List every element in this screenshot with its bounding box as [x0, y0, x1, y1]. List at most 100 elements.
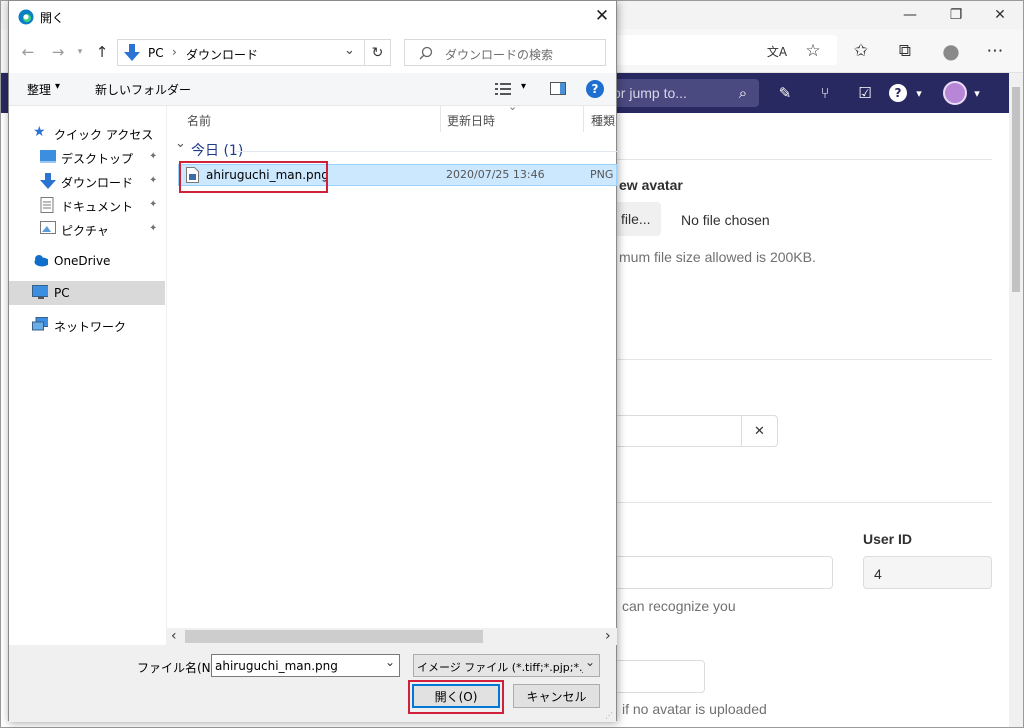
favorites-list-icon[interactable]: ✩ [847, 37, 875, 65]
breadcrumb-separator: › [172, 45, 177, 59]
navigation-pane: ★ クイック アクセス デスクトップ ✦ ダウンロード ✦ ドキュメント ✦ ピ… [9, 106, 165, 646]
full-name-input[interactable] [601, 556, 833, 589]
nav-documents[interactable]: ドキュメント ✦ [9, 193, 165, 217]
help-icon[interactable]: ? [586, 80, 604, 98]
page-scrollbar[interactable] [1009, 73, 1023, 727]
group-header-today[interactable]: 今日 (1) [191, 140, 243, 160]
search-icon [419, 46, 433, 60]
nav-network[interactable]: ネットワーク [9, 313, 165, 337]
help-icon[interactable]: ? [889, 84, 907, 102]
clear-status-icon[interactable]: ✕ [741, 415, 778, 447]
minimize-button[interactable]: — [887, 1, 933, 29]
resize-grip-icon[interactable]: ⋰ [605, 711, 614, 720]
column-date-header[interactable]: 更新日時 [447, 112, 495, 129]
scrollbar-thumb[interactable] [185, 630, 483, 643]
sort-caret-icon: ⌄ [508, 100, 518, 113]
name-hint: can recognize you [622, 598, 736, 614]
dialog-titlebar: 開く ✕ [9, 1, 616, 33]
nav-quick-access[interactable]: ★ クイック アクセス [9, 121, 165, 145]
file-date: 2020/07/25 13:46 [446, 168, 545, 181]
choose-file-label: file... [621, 211, 651, 227]
nav-pictures[interactable]: ピクチャ ✦ [9, 217, 165, 241]
nav-documents-label: ドキュメント [61, 200, 134, 214]
cancel-button[interactable]: キャンセル [513, 684, 600, 708]
merge-request-icon[interactable]: ⑂ [813, 81, 837, 105]
status-input[interactable] [601, 415, 742, 447]
dialog-close-button[interactable]: ✕ [589, 3, 615, 29]
avatar-caret-icon[interactable]: ▾ [965, 81, 989, 105]
dialog-search-input[interactable]: ダウンロードの検索 [404, 39, 606, 66]
organize-button[interactable]: 整理 [27, 81, 51, 98]
filetype-dropdown-icon[interactable]: ⌄ [585, 655, 595, 669]
filename-dropdown-icon[interactable]: ⌄ [385, 655, 395, 669]
scroll-right-icon[interactable]: › [605, 628, 611, 644]
nav-onedrive[interactable]: OneDrive [9, 249, 165, 273]
nav-network-label: ネットワーク [54, 320, 127, 334]
organize-caret-icon[interactable]: ▾ [55, 81, 60, 92]
favorite-star-icon[interactable]: ☆ [799, 37, 827, 65]
filename-input[interactable]: ahiruguchi_man.png ⌄ [211, 654, 400, 677]
column-type-header[interactable]: 種類 [591, 112, 615, 129]
nav-downloads-label: ダウンロード [61, 176, 134, 190]
nav-pc[interactable]: PC [9, 281, 165, 305]
column-separator[interactable] [583, 106, 584, 132]
nav-desktop[interactable]: デスクトップ ✦ [9, 145, 165, 169]
divider [617, 359, 992, 360]
scrollbar-thumb[interactable] [1012, 87, 1020, 292]
user-avatar[interactable] [943, 81, 967, 105]
column-separator[interactable] [440, 106, 441, 132]
group-divider [234, 151, 617, 152]
file-open-dialog: 開く ✕ ← → ▾ ↑ PC › ダウンロード ⌄ ↻ ダウンロードの検索 整… [8, 0, 617, 722]
restore-button[interactable]: ❐ [933, 1, 979, 29]
collections-icon[interactable]: ⧉ [891, 37, 919, 65]
pin-icon[interactable]: ✦ [149, 151, 157, 162]
open-button[interactable]: 開く(O) [412, 684, 500, 708]
divider [617, 502, 992, 503]
profile-icon[interactable]: ● [937, 37, 965, 65]
pin-icon[interactable]: ✦ [149, 223, 157, 234]
translate-icon[interactable]: 文A [763, 37, 791, 65]
dialog-navigation-bar: ← → ▾ ↑ PC › ダウンロード ⌄ ↻ ダウンロードの検索 [9, 33, 616, 73]
column-name-header[interactable]: 名前 [187, 112, 211, 129]
forward-arrow-icon[interactable]: → [47, 41, 69, 63]
choose-file-button[interactable]: file... [611, 202, 661, 236]
new-folder-button[interactable]: 新しいフォルダー [95, 81, 191, 98]
refresh-icon[interactable]: ↻ [365, 39, 391, 66]
preview-pane-icon[interactable] [550, 82, 566, 95]
view-options-icon[interactable] [495, 82, 511, 96]
nav-downloads[interactable]: ダウンロード ✦ [9, 169, 165, 193]
search-icon[interactable]: ⌕ [731, 81, 755, 105]
highlight-frame-file [179, 161, 328, 193]
pin-icon[interactable]: ✦ [149, 175, 157, 186]
horizontal-scrollbar[interactable]: ‹ › [167, 628, 617, 645]
downloads-icon [40, 173, 56, 189]
breadcrumb-downloads[interactable]: ダウンロード [186, 46, 258, 63]
divider [617, 159, 992, 160]
nav-desktop-label: デスクトップ [61, 152, 134, 166]
nav-quick-access-label: クイック アクセス [54, 128, 154, 142]
group-caret-icon[interactable]: ⌄ [175, 136, 186, 151]
recent-locations-icon[interactable]: ▾ [69, 41, 91, 63]
breadcrumb-address-bar[interactable]: PC › ダウンロード ⌄ [117, 39, 365, 66]
scroll-left-icon[interactable]: ‹ [171, 628, 177, 644]
back-arrow-icon[interactable]: ← [17, 41, 39, 63]
dialog-command-bar: 整理 ▾ 新しいフォルダー ▾ ? [9, 73, 616, 105]
todos-icon[interactable]: ☑ [853, 81, 877, 105]
computer-icon [32, 285, 48, 299]
filetype-select[interactable]: イメージ ファイル (*.tiff;*.pjp;*.jfif;*. ⌄ [413, 654, 600, 677]
pin-icon[interactable]: ✦ [149, 199, 157, 210]
help-caret-icon[interactable]: ▾ [907, 81, 931, 105]
edge-logo-icon [18, 9, 34, 25]
view-caret-icon[interactable]: ▾ [521, 81, 526, 92]
dialog-footer: ファイル名(N): ahiruguchi_man.png ⌄ イメージ ファイル… [9, 645, 616, 722]
address-dropdown-icon[interactable]: ⌄ [344, 43, 355, 58]
issues-icon[interactable]: ✎ [773, 81, 797, 105]
file-type: PNG [590, 168, 614, 181]
more-menu-icon[interactable]: ⋯ [981, 37, 1009, 65]
documents-icon [40, 197, 54, 213]
avatar-fallback-hint: if no avatar is uploaded [622, 701, 767, 717]
browser-close-button[interactable]: ✕ [977, 1, 1023, 29]
up-folder-icon[interactable]: ↑ [91, 41, 113, 63]
user-id-label: User ID [863, 531, 913, 547]
breadcrumb-pc[interactable]: PC [148, 46, 164, 60]
